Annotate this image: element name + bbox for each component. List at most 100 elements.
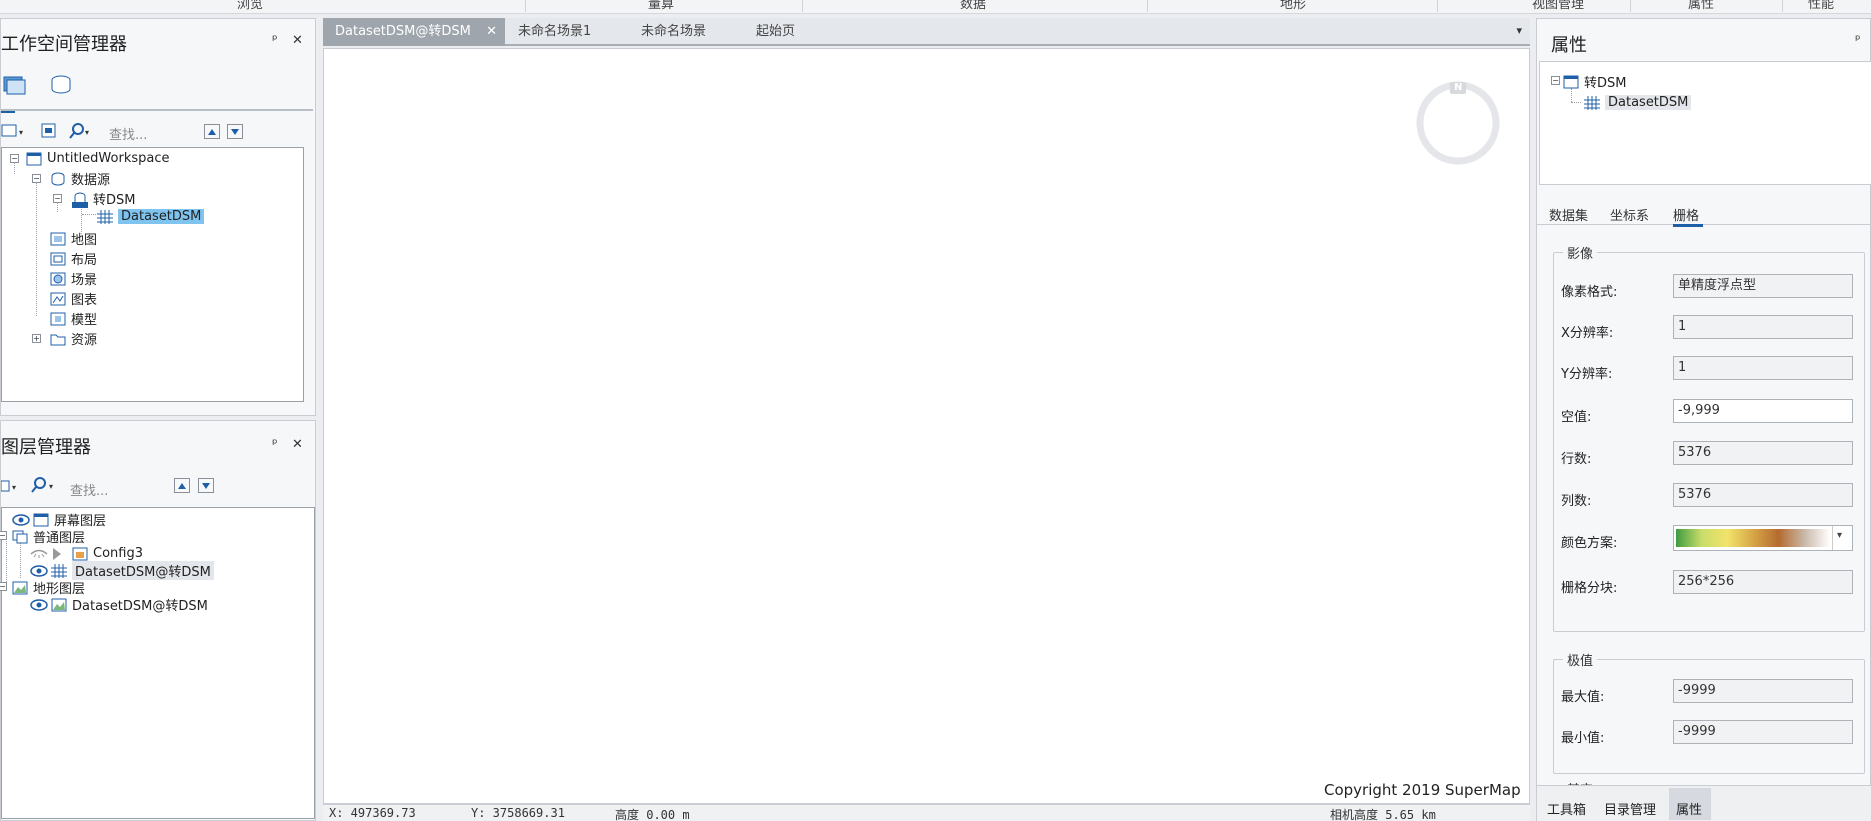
tab-start-page[interactable]: 起始页: [744, 18, 807, 46]
properties-tree-dataset[interactable]: DatasetDSM: [1584, 93, 1692, 112]
close-icon[interactable]: ✕: [292, 437, 303, 452]
y-resolution-label: Y分辨率:: [1561, 367, 1613, 382]
ribbon-tab-data[interactable]: 数据: [960, 0, 986, 12]
collapse-toggle[interactable]: −: [10, 154, 19, 163]
color-scheme-select[interactable]: ▾: [1673, 525, 1853, 551]
workspace-icon[interactable]: [3, 74, 27, 96]
move-up-button[interactable]: [204, 124, 220, 139]
chevron-down-icon[interactable]: ▾: [1837, 530, 1842, 541]
workspace-manager-panel: 工作空间管理器 ᵖ ✕ ▾ ▾ 查找... − UntitledWorkspac…: [0, 18, 316, 416]
ribbon-tab-view[interactable]: 视图管理: [1532, 0, 1584, 12]
tabs-dropdown-icon[interactable]: ▾: [1516, 24, 1522, 37]
move-up-button[interactable]: [174, 478, 190, 493]
expand-toggle[interactable]: +: [32, 334, 41, 343]
datasource-icon[interactable]: [49, 74, 73, 96]
chart-icon: [50, 292, 66, 306]
tab-label: DatasetDSM@转DSM: [335, 24, 471, 39]
tree-item-datasources[interactable]: 数据源: [50, 169, 110, 188]
pin-icon[interactable]: ᵖ: [272, 437, 278, 452]
udb-datasource-icon: [72, 192, 88, 208]
tab-close-icon[interactable]: ✕: [486, 18, 497, 46]
select-arrow-icon[interactable]: [51, 547, 67, 561]
tile-size-label: 栅格分块:: [1561, 581, 1618, 596]
ribbon-tab-browse[interactable]: 浏览: [237, 0, 263, 12]
row-count-field: 5376: [1673, 441, 1853, 465]
datasource-icon: [1563, 75, 1579, 89]
tab-scene[interactable]: 未命名场景: [629, 18, 718, 46]
collapse-toggle[interactable]: −: [32, 174, 41, 183]
copyright-text: Copyright 2019 SuperMap: [1324, 781, 1521, 799]
color-scheme-label: 颜色方案:: [1561, 536, 1618, 551]
tab-properties[interactable]: 属性: [1676, 799, 1702, 818]
search-icon[interactable]: ▾: [31, 476, 59, 494]
compass-icon[interactable]: N: [1414, 77, 1502, 165]
ribbon-tab-measure[interactable]: 量算: [648, 0, 674, 12]
tab-datasetdsm[interactable]: DatasetDSM@转DSM ✕: [323, 18, 505, 46]
tree-item-datasource[interactable]: 转DSM: [72, 189, 135, 208]
eye-icon[interactable]: [30, 598, 48, 612]
tab-coordinate-system[interactable]: 坐标系: [1610, 205, 1649, 224]
pixel-format-label: 像素格式:: [1561, 285, 1618, 300]
search-icon[interactable]: ▾: [69, 122, 93, 140]
eye-hidden-icon[interactable]: [30, 547, 48, 561]
tree-item-dataset[interactable]: DatasetDSM: [97, 207, 205, 226]
move-down-button[interactable]: [198, 478, 214, 493]
eye-icon[interactable]: [12, 513, 30, 527]
nodata-input[interactable]: -9,999: [1673, 399, 1853, 423]
collapse-toggle[interactable]: −: [0, 582, 7, 591]
tab-dataset[interactable]: 数据集: [1549, 205, 1588, 224]
pin-icon[interactable]: ᵖ: [1855, 33, 1861, 48]
tree-item-label: 资源: [71, 333, 98, 348]
tree-item-label: 数据源: [71, 173, 111, 188]
collapse-toggle[interactable]: −: [0, 531, 7, 540]
tree-item-scenes[interactable]: 场景: [50, 269, 97, 288]
ribbon-tab-terrain[interactable]: 地形: [1280, 0, 1306, 12]
properties-tree-datasource[interactable]: 转DSM: [1563, 72, 1626, 91]
tree-item-models[interactable]: 模型: [50, 309, 97, 328]
view-options-icon[interactable]: ▾: [1, 122, 25, 140]
tree-item-charts[interactable]: 图表: [50, 289, 97, 308]
search-input[interactable]: 查找...: [70, 480, 108, 499]
ribbon-tab-properties[interactable]: 属性: [1688, 0, 1714, 12]
panel-title: 图层管理器: [1, 437, 91, 458]
x-resolution-label: X分辨率:: [1561, 326, 1614, 341]
collapse-toggle[interactable]: −: [1551, 76, 1560, 85]
search-input[interactable]: 查找...: [109, 124, 147, 143]
layer-item-terrain-dataset[interactable]: DatasetDSM@转DSM: [30, 595, 208, 614]
folder-icon: [50, 332, 66, 346]
layer-group-icon: [12, 530, 28, 544]
scene-icon: [50, 272, 66, 286]
workspace-tree: − UntitledWorkspace − 数据源 − 转DSM Dataset…: [1, 147, 304, 402]
status-x: X: 497369.73: [329, 806, 416, 820]
close-icon[interactable]: ✕: [292, 33, 303, 48]
properties-panel: 属性 ᵖ − 转DSM DatasetDSM 数据集 坐标系 栅格 影像 像素格…: [1536, 18, 1871, 821]
add-layer-icon[interactable]: ▾: [0, 477, 21, 495]
status-camera-height: 相机高度 5.65 km: [1330, 808, 1436, 821]
eye-icon[interactable]: [30, 564, 48, 578]
map-icon: [50, 232, 66, 246]
tab-toolbox[interactable]: 工具箱: [1547, 799, 1586, 818]
pin-icon[interactable]: ᵖ: [272, 33, 278, 48]
tab-scene1[interactable]: 未命名场景1: [506, 18, 603, 46]
collapse-toggle[interactable]: −: [53, 194, 62, 203]
tree-item-layouts[interactable]: 布局: [50, 249, 97, 268]
tree-item-maps[interactable]: 地图: [50, 229, 97, 248]
scene-view[interactable]: N Copyright 2019 SuperMap: [323, 48, 1530, 804]
layer-tree: 屏幕图层 − 普通图层 Config3 DatasetDSM@转DSM − 地形…: [0, 507, 315, 819]
svg-text:▾: ▾: [85, 128, 89, 137]
tree-item-label: 转DSM: [93, 193, 136, 208]
tree-item-label: 图表: [71, 293, 98, 308]
max-value-label: 最大值:: [1561, 690, 1605, 705]
open-file-icon[interactable]: [39, 122, 59, 140]
svg-text:▾: ▾: [19, 128, 23, 137]
move-down-button[interactable]: [227, 124, 243, 139]
terrain-layer-icon: [12, 581, 28, 595]
min-value-field: -9999: [1673, 720, 1853, 744]
tab-raster[interactable]: 栅格: [1673, 205, 1699, 224]
tree-item-resources[interactable]: 资源: [50, 329, 97, 348]
tree-item-workspace[interactable]: UntitledWorkspace: [26, 149, 169, 168]
tab-catalog[interactable]: 目录管理: [1604, 799, 1656, 818]
properties-tabs: 数据集 坐标系 栅格: [1537, 189, 1871, 227]
status-bar: X: 497369.73 Y: 3758669.31 高度 0.00 m 相机高…: [323, 804, 1530, 821]
ribbon-tab-performance[interactable]: 性能: [1808, 0, 1834, 12]
